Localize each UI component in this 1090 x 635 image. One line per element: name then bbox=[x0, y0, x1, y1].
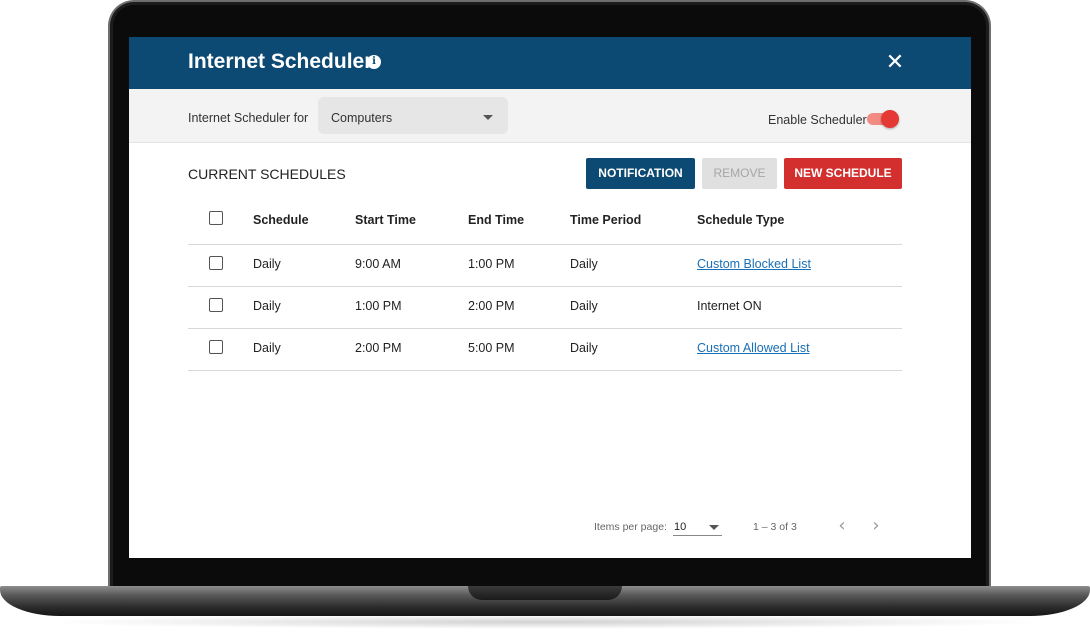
scheduler-for-label: Internet Scheduler for bbox=[188, 111, 309, 125]
schedule-type-link[interactable]: Custom Allowed List bbox=[697, 341, 810, 355]
filter-bar: Internet Scheduler for Computers Enable … bbox=[129, 89, 971, 143]
close-icon[interactable]: ✕ bbox=[885, 50, 905, 76]
info-icon[interactable]: i bbox=[367, 55, 381, 69]
dialog-header: Internet Scheduler i ✕ bbox=[129, 37, 971, 89]
column-header: Schedule bbox=[253, 213, 309, 227]
column-header: Time Period bbox=[570, 213, 642, 227]
items-per-page-label: Items per page: bbox=[594, 521, 667, 533]
table-cell: 9:00 AM bbox=[355, 257, 401, 271]
table-cell: 1:00 PM bbox=[355, 299, 402, 313]
app-screen: Internet Scheduler i ✕ Internet Schedule… bbox=[129, 37, 971, 558]
row-checkbox[interactable] bbox=[209, 340, 223, 354]
laptop-notch bbox=[468, 586, 622, 600]
table-cell: 2:00 PM bbox=[355, 341, 402, 355]
table-row: Daily 9:00 AM 1:00 PM Daily Custom Block… bbox=[188, 245, 902, 287]
column-header: End Time bbox=[468, 213, 525, 227]
dialog-title: Internet Scheduler bbox=[188, 50, 373, 73]
chevron-left-icon[interactable]: ‹ bbox=[833, 515, 851, 537]
table-cell: 2:00 PM bbox=[468, 299, 515, 313]
schedule-type-link[interactable]: Custom Blocked List bbox=[697, 257, 811, 271]
enable-scheduler-label: Enable Scheduler bbox=[768, 113, 867, 127]
chevron-right-icon[interactable]: › bbox=[867, 515, 885, 537]
schedules-table: Schedule Start Time End Time Time Period… bbox=[188, 197, 902, 371]
toggle-thumb[interactable] bbox=[881, 110, 899, 128]
table-header-row: Schedule Start Time End Time Time Period… bbox=[188, 197, 902, 245]
new-schedule-button[interactable]: NEW SCHEDULE bbox=[784, 158, 902, 189]
table-cell: Daily bbox=[253, 257, 281, 271]
device-select[interactable]: Computers bbox=[318, 97, 508, 134]
table-cell: Daily bbox=[570, 341, 598, 355]
table-row: Daily 1:00 PM 2:00 PM Daily Internet ON bbox=[188, 287, 902, 329]
table-cell: 5:00 PM bbox=[468, 341, 515, 355]
table-cell: 1:00 PM bbox=[468, 257, 515, 271]
device-select-value: Computers bbox=[331, 111, 393, 125]
table-row: Daily 2:00 PM 5:00 PM Daily Custom Allow… bbox=[188, 329, 902, 371]
table-cell: Daily bbox=[253, 299, 281, 313]
column-header: Schedule Type bbox=[697, 213, 785, 227]
column-header: Start Time bbox=[355, 213, 416, 227]
row-checkbox[interactable] bbox=[209, 298, 223, 312]
notification-button[interactable]: NOTIFICATION bbox=[586, 158, 695, 189]
select-all-checkbox[interactable] bbox=[209, 211, 223, 225]
table-cell: Internet ON bbox=[697, 299, 762, 313]
page-range: 1 – 3 of 3 bbox=[753, 521, 797, 533]
row-checkbox[interactable] bbox=[209, 256, 223, 270]
laptop-shadow bbox=[40, 615, 1050, 629]
table-cell: Daily bbox=[570, 257, 598, 271]
remove-button[interactable]: REMOVE bbox=[702, 158, 777, 189]
table-cell: Daily bbox=[570, 299, 598, 313]
chevron-down-icon bbox=[709, 525, 719, 530]
current-schedules-title: CURRENT SCHEDULES bbox=[188, 166, 346, 182]
table-cell: Daily bbox=[253, 341, 281, 355]
items-per-page-value: 10 bbox=[674, 521, 687, 533]
items-per-page-select[interactable]: 10 bbox=[673, 515, 722, 536]
chevron-down-icon bbox=[483, 115, 493, 120]
